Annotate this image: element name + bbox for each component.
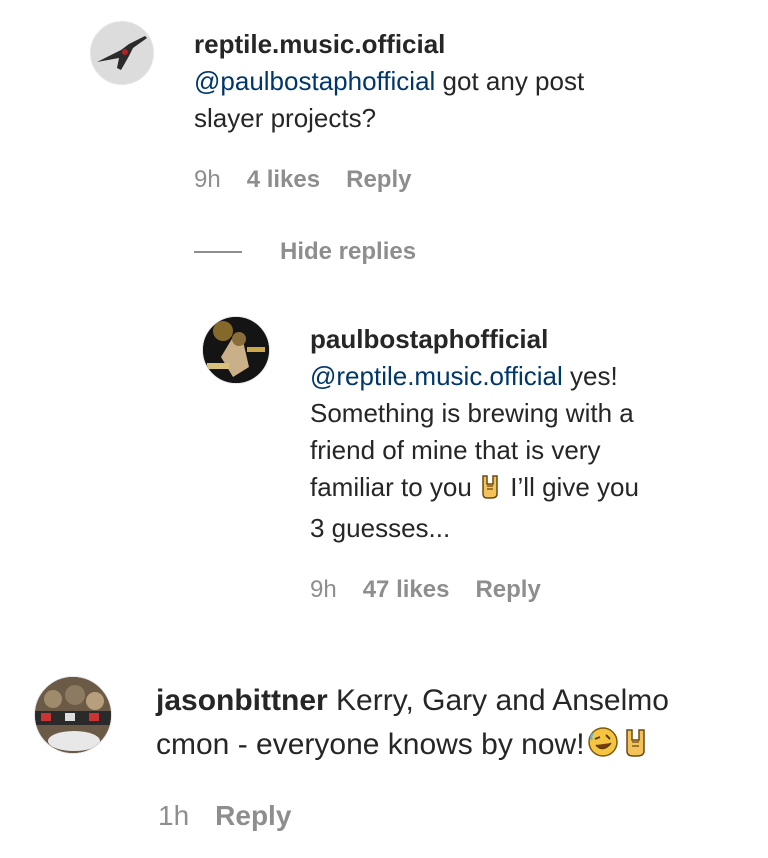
mention-paulbostaph[interactable]: @paulbostaphofficial xyxy=(194,66,435,96)
comment-time: 9h xyxy=(194,166,221,193)
comment-meta-2: 9h 47 likes Reply xyxy=(310,576,541,604)
reply-button[interactable]: Reply xyxy=(475,576,540,604)
comment-time: 1h xyxy=(158,800,190,831)
comment-meta-1: 9h 4 likes Reply xyxy=(194,166,411,194)
comment-body-3: jasonbittner Kerry, Gary and Anselmo cmo… xyxy=(156,679,756,771)
comment-text: Something is brewing with a xyxy=(310,398,634,428)
comment-text: yes! xyxy=(562,361,618,391)
band-avatar-icon xyxy=(35,677,111,753)
comment-body-2: paulbostaphofficial @reptile.music.offic… xyxy=(310,321,730,547)
comment-likes[interactable]: 47 likes xyxy=(363,576,450,604)
avatar-reptile-music[interactable] xyxy=(90,21,154,85)
drummer-avatar-icon xyxy=(203,317,269,383)
username-paulbostaph[interactable]: paulbostaphofficial xyxy=(310,324,548,354)
avatar-jasonbittner[interactable] xyxy=(34,676,112,754)
comment-text: slayer projects? xyxy=(194,103,377,133)
divider-line xyxy=(194,251,242,253)
reply-button[interactable]: Reply xyxy=(215,800,291,832)
username-jasonbittner[interactable]: jasonbittner xyxy=(156,684,328,717)
comment-text: Kerry, Gary and Anselmo xyxy=(327,684,669,717)
comment-text: 3 guesses... xyxy=(310,513,451,543)
guitar-avatar-icon xyxy=(91,22,153,84)
comment-text: got any post xyxy=(435,66,585,96)
hide-replies-label: Hide replies xyxy=(280,238,417,265)
reply-button[interactable]: Reply xyxy=(346,166,411,194)
comment-time: 9h xyxy=(310,576,337,603)
comment-text: friend of mine that is very xyxy=(310,435,601,465)
comment-body-1: reptile.music.official @paulbostaphoffic… xyxy=(194,26,714,137)
mention-reptile[interactable]: @reptile.music.official xyxy=(310,361,563,391)
comment-text: familiar to you xyxy=(310,472,480,502)
username-reptile[interactable]: reptile.music.official xyxy=(194,29,445,59)
comment-meta-3: 1h Reply xyxy=(158,800,291,832)
rolling-laughing-emoji-icon xyxy=(587,726,619,771)
rock-hand-emoji-icon xyxy=(479,472,503,510)
avatar-paulbostaph[interactable] xyxy=(202,316,270,384)
comment-text: I’ll give you xyxy=(503,472,639,502)
hide-replies-button[interactable]: Hide replies xyxy=(194,238,416,266)
comment-text: cmon - everyone knows by now! xyxy=(156,728,585,761)
rock-hand-emoji-icon xyxy=(623,726,649,771)
comment-likes[interactable]: 4 likes xyxy=(247,166,320,194)
